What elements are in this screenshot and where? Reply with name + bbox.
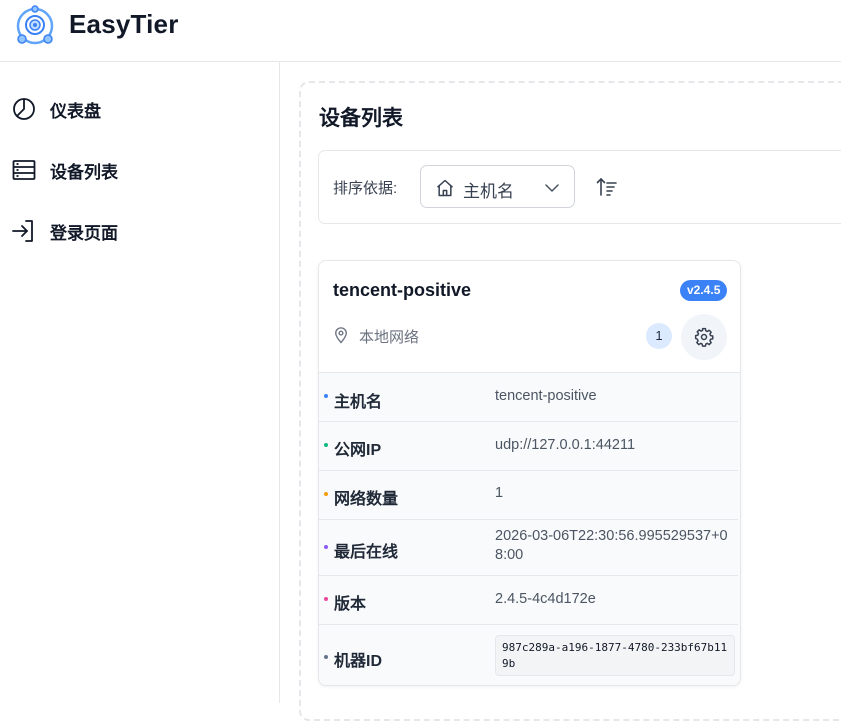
home-icon: [437, 179, 453, 197]
sidebar-item-login[interactable]: 登录页面: [12, 217, 118, 245]
settings-button[interactable]: [681, 314, 727, 360]
device-hostname: tencent-positive: [333, 280, 472, 300]
sidebar-item-devices[interactable]: 设备列表: [12, 156, 118, 184]
info-value: 1: [495, 485, 504, 501]
sidebar-item-label: 登录页面: [50, 223, 118, 243]
info-row-public-ip: 公网IP udp://127.0.0.1:44211: [319, 422, 738, 471]
machine-id-code: 987c289a-a196-1877-4780-233bf67b119b: [495, 635, 735, 676]
easytier-logo-icon: [16, 5, 54, 45]
version-badge: v2.4.5: [680, 280, 728, 301]
row-dot: [324, 545, 328, 549]
login-icon: [12, 220, 33, 242]
device-info-table: 主机名 tencent-positive 公网IP udp://127.0.0.…: [319, 372, 740, 685]
info-row-network-count: 网络数量 1: [319, 471, 738, 520]
sidebar-item-dashboard[interactable]: 仪表盘: [12, 95, 101, 123]
info-row-last-online: 最后在线 2026-03-06T22:30:56.995529537+08:00: [319, 520, 738, 576]
chevron-down-icon: [545, 184, 559, 192]
info-key: 版本: [334, 596, 367, 613]
info-key: 主机名: [334, 394, 383, 411]
app-header: EasyTier: [0, 0, 841, 62]
page-title: 设备列表: [319, 107, 403, 130]
info-value: udp://127.0.0.1:44211: [495, 437, 636, 453]
sidebar-item-label: 仪表盘: [50, 101, 101, 121]
info-row-version: 版本 2.4.5-4c4d172e: [319, 576, 738, 625]
row-dot: [324, 443, 328, 447]
app-title: EasyTier: [69, 9, 179, 39]
sidebar-item-label: 设备列表: [50, 162, 118, 182]
info-key: 网络数量: [334, 491, 399, 508]
info-key: 公网IP: [334, 442, 382, 459]
device-card[interactable]: tencent-positive v2.4.5 本地网络 1 主机名 tence…: [318, 260, 741, 686]
info-row-hostname: 主机名 tencent-positive: [319, 373, 738, 422]
row-dot: [324, 655, 328, 659]
sort-label: 排序依据:: [333, 180, 398, 197]
info-key: 机器ID: [334, 653, 383, 670]
info-value: 2026-03-06T22:30:56.995529537+08:00: [495, 528, 728, 563]
network-name: 本地网络: [359, 329, 420, 346]
info-value: 2.4.5-4c4d172e: [495, 591, 596, 607]
row-dot: [324, 394, 328, 398]
sort-direction-icon[interactable]: [595, 176, 619, 198]
info-key: 最后在线: [334, 544, 399, 561]
sort-select[interactable]: 主机名: [420, 165, 575, 208]
info-row-machine-id: 机器ID 987c289a-a196-1877-4780-233bf67b119…: [319, 625, 738, 685]
row-dot: [324, 597, 328, 601]
server-list-icon: [12, 160, 36, 180]
row-dot: [324, 492, 328, 496]
info-value: tencent-positive: [495, 388, 597, 404]
network-count-badge: 1: [646, 323, 672, 349]
gear-icon: [694, 327, 714, 347]
sort-selected-value: 主机名: [463, 182, 514, 201]
pie-chart-icon: [13, 98, 35, 120]
sidebar: 仪表盘 设备列表 登录页面: [0, 62, 280, 703]
location-pin-icon: [335, 327, 347, 344]
